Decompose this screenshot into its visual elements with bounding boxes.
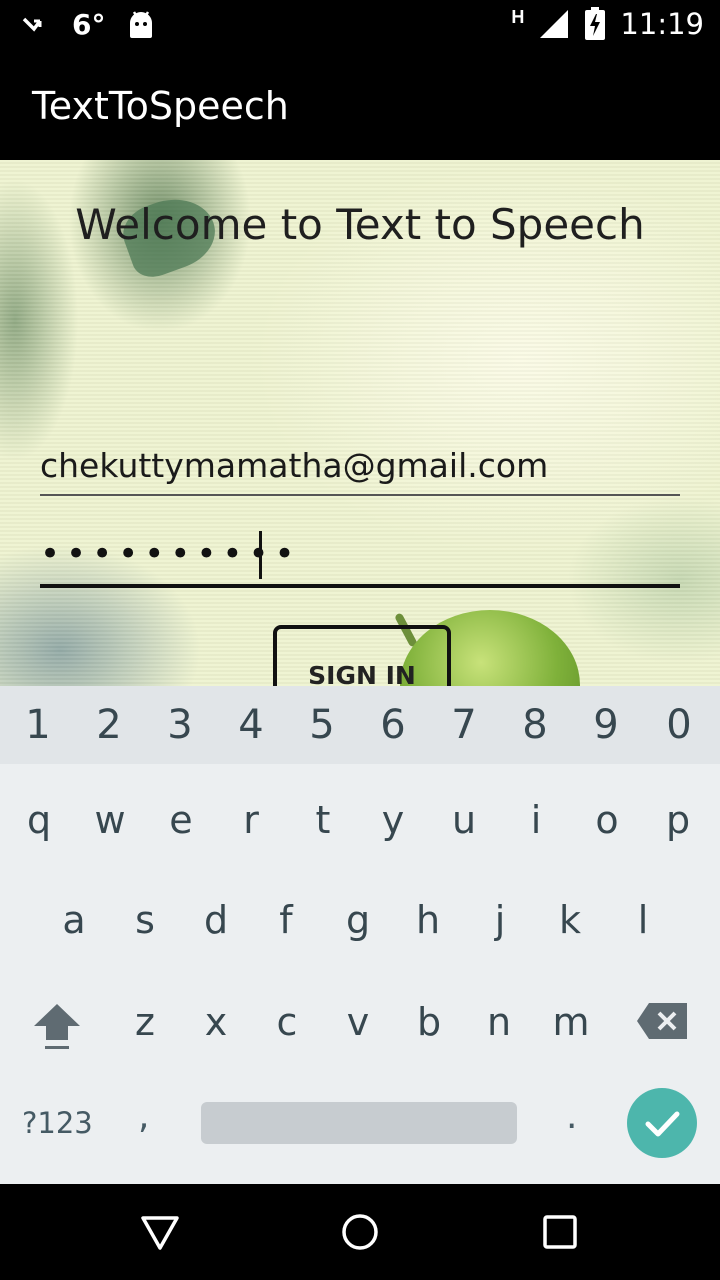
key-6[interactable]: 6 bbox=[358, 702, 428, 748]
soft-keyboard: 1 2 3 4 5 6 7 8 9 0 q w e r t y u i o p … bbox=[0, 686, 720, 1184]
key-p[interactable]: p bbox=[643, 798, 713, 842]
home-icon[interactable] bbox=[340, 1212, 380, 1252]
email-value: chekuttymamatha@gmail.com bbox=[40, 446, 549, 485]
key-j[interactable]: j bbox=[465, 898, 535, 942]
key-k[interactable]: k bbox=[535, 898, 605, 942]
key-s[interactable]: s bbox=[110, 898, 180, 942]
done-key[interactable] bbox=[627, 1088, 697, 1158]
clock-text: 11:19 bbox=[620, 7, 704, 41]
key-b[interactable]: b bbox=[394, 1000, 464, 1044]
missed-call-icon bbox=[22, 17, 42, 32]
app-title: TextToSpeech bbox=[32, 84, 289, 128]
key-2[interactable]: 2 bbox=[74, 702, 144, 748]
keyboard-number-row: 1 2 3 4 5 6 7 8 9 0 bbox=[0, 686, 720, 764]
shift-icon[interactable] bbox=[32, 1002, 82, 1052]
key-comma[interactable]: , bbox=[138, 1096, 149, 1137]
key-r[interactable]: r bbox=[216, 798, 286, 842]
key-n[interactable]: n bbox=[464, 1000, 534, 1044]
backspace-icon[interactable] bbox=[637, 1003, 687, 1039]
key-x[interactable]: x bbox=[181, 1000, 251, 1044]
back-icon[interactable] bbox=[140, 1212, 180, 1252]
key-e[interactable]: e bbox=[146, 798, 216, 842]
key-3[interactable]: 3 bbox=[145, 702, 215, 748]
text-cursor bbox=[259, 531, 262, 579]
key-a[interactable]: a bbox=[39, 898, 109, 942]
key-9[interactable]: 9 bbox=[571, 702, 641, 748]
key-o[interactable]: o bbox=[572, 798, 642, 842]
navigation-bar bbox=[0, 1184, 720, 1280]
key-f[interactable]: f bbox=[251, 898, 321, 942]
sign-in-label: SIGN IN bbox=[308, 661, 416, 686]
key-u[interactable]: u bbox=[429, 798, 499, 842]
email-field[interactable]: chekuttymamatha@gmail.com bbox=[40, 440, 680, 496]
password-field[interactable]: •••••••••• bbox=[40, 520, 680, 588]
key-4[interactable]: 4 bbox=[216, 702, 286, 748]
key-period[interactable]: . bbox=[566, 1096, 577, 1137]
android-icon bbox=[130, 11, 153, 38]
key-v[interactable]: v bbox=[323, 1000, 393, 1044]
key-h[interactable]: h bbox=[393, 898, 463, 942]
key-y[interactable]: y bbox=[358, 798, 428, 842]
key-l[interactable]: l bbox=[608, 898, 678, 942]
recents-icon[interactable] bbox=[540, 1212, 580, 1252]
welcome-heading: Welcome to Text to Speech bbox=[75, 200, 645, 249]
app-bar: TextToSpeech bbox=[0, 48, 720, 160]
key-d[interactable]: d bbox=[181, 898, 251, 942]
symbols-key[interactable]: ?123 bbox=[22, 1106, 93, 1140]
key-w[interactable]: w bbox=[75, 798, 145, 842]
sign-in-button[interactable]: SIGN IN bbox=[273, 625, 451, 686]
key-q[interactable]: q bbox=[4, 798, 74, 842]
login-screen: Welcome to Text to Speech chekuttymamath… bbox=[0, 160, 720, 686]
temperature-text: 6° bbox=[72, 7, 106, 41]
key-0[interactable]: 0 bbox=[644, 702, 714, 748]
key-z[interactable]: z bbox=[110, 1000, 180, 1044]
battery-charging-icon bbox=[585, 7, 606, 40]
key-5[interactable]: 5 bbox=[287, 702, 357, 748]
key-i[interactable]: i bbox=[501, 798, 571, 842]
key-c[interactable]: c bbox=[252, 1000, 322, 1044]
network-type-text: H bbox=[511, 6, 525, 27]
checkmark-icon bbox=[645, 1111, 680, 1137]
key-8[interactable]: 8 bbox=[500, 702, 570, 748]
key-m[interactable]: m bbox=[536, 1000, 606, 1044]
status-bar: 6° H 11:19 bbox=[0, 0, 720, 48]
key-1[interactable]: 1 bbox=[3, 702, 73, 748]
key-t[interactable]: t bbox=[288, 798, 358, 842]
space-bar[interactable] bbox=[201, 1102, 517, 1144]
key-7[interactable]: 7 bbox=[429, 702, 499, 748]
key-g[interactable]: g bbox=[323, 898, 393, 942]
signal-icon bbox=[540, 10, 569, 38]
